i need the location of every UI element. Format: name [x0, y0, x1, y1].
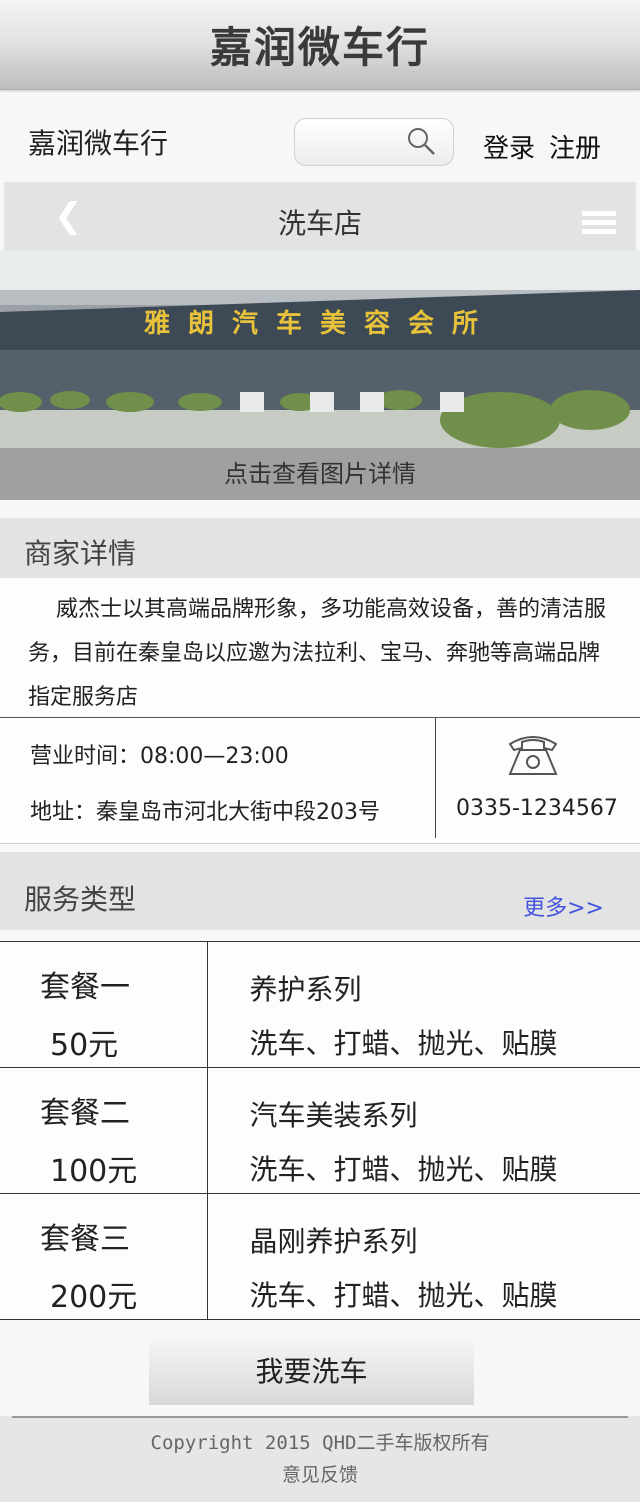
package-series: 养护系列 [249, 973, 362, 1006]
merchant-section-header: 商家详情 [0, 518, 640, 578]
merchant-description-text: 威杰士以其高端品牌形象，多功能高效设备，善的清洁服务，目前在秦皇岛以应邀为法拉利… [28, 597, 607, 710]
search-icon[interactable] [407, 127, 435, 155]
package-summary: 套餐一 50元 [0, 941, 208, 1068]
package-items: 洗车、打蜡、抛光、贴膜 [249, 1027, 558, 1060]
package-items: 洗车、打蜡、抛光、贴膜 [249, 1279, 558, 1312]
brand-name[interactable]: 嘉润微车行 [28, 122, 168, 162]
login-link[interactable]: 登录 [483, 134, 535, 164]
list-menu-icon[interactable] [582, 211, 616, 237]
package-summary: 套餐三 200元 [0, 1193, 208, 1320]
services-section-header: 服务类型 更多>> [0, 852, 640, 930]
shop-address: 地址：秦皇岛市河北大街中段203号 [30, 800, 380, 825]
register-link[interactable]: 注册 [549, 134, 601, 164]
banner-caption[interactable]: 点击查看图片详情 [0, 448, 640, 500]
divider [435, 718, 436, 838]
package-summary: 套餐二 100元 [0, 1067, 208, 1194]
footer: Copyright 2015 QHD二手车版权所有 意见反馈 [0, 1416, 640, 1502]
package-detail: 汽车美装系列 洗车、打蜡、抛光、贴膜 [207, 1067, 640, 1194]
package-series: 晶刚养护系列 [249, 1225, 418, 1258]
package-price: 50元 [50, 1028, 119, 1063]
feedback-link[interactable]: 意见反馈 [0, 1460, 640, 1487]
package-name: 套餐三 [40, 1222, 130, 1257]
phone-icon[interactable] [506, 730, 560, 778]
merchant-description: 威杰士以其高端品牌形象，多功能高效设备，善的清洁服务，目前在秦皇岛以应邀为法拉利… [0, 578, 640, 718]
merchant-info: 营业时间：08:00—23:00 地址：秦皇岛市河北大街中段203号 0335-… [0, 718, 640, 844]
package-name: 套餐二 [40, 1096, 130, 1131]
shop-photo-banner[interactable]: 雅朗汽车美容会所 点击查看图片详情 [0, 250, 640, 500]
page-title: 洗车店 [277, 207, 362, 240]
search-box[interactable] [294, 118, 454, 166]
package-row[interactable]: 套餐一 50元 养护系列 洗车、打蜡、抛光、贴膜 [0, 941, 640, 1068]
package-table: 套餐一 50元 养护系列 洗车、打蜡、抛光、贴膜 套餐二 100元 汽车美装系列… [0, 941, 640, 1320]
more-services-link[interactable]: 更多>> [523, 890, 604, 922]
package-row[interactable]: 套餐三 200元 晶刚养护系列 洗车、打蜡、抛光、贴膜 [0, 1193, 640, 1320]
package-price: 100元 [50, 1154, 138, 1189]
package-detail: 晶刚养护系列 洗车、打蜡、抛光、贴膜 [207, 1193, 640, 1320]
footer-divider [12, 1416, 628, 1418]
package-row[interactable]: 套餐二 100元 汽车美装系列 洗车、打蜡、抛光、贴膜 [0, 1067, 640, 1194]
business-hours: 营业时间：08:00—23:00 [30, 744, 289, 769]
merchant-section-title: 商家详情 [24, 537, 137, 570]
page-header-bar: ❮ 洗车店 [4, 182, 636, 250]
phone-number[interactable]: 0335-1234567 [456, 796, 618, 821]
copyright-text: Copyright 2015 QHD二手车版权所有 [150, 1432, 490, 1454]
package-items: 洗车、打蜡、抛光、贴膜 [249, 1153, 558, 1186]
package-price: 200元 [50, 1280, 138, 1315]
top-nav: 嘉润微车行 登录 注册 [0, 92, 640, 180]
package-series: 汽车美装系列 [249, 1099, 418, 1132]
app-title: 嘉润微车行 [209, 23, 430, 72]
app-title-bar: 嘉润微车行 [0, 0, 640, 90]
package-name: 套餐一 [40, 970, 130, 1005]
services-section-title: 服务类型 [24, 883, 137, 916]
storefront-sign: 雅朗汽车美容会所 [144, 308, 496, 339]
auth-links: 登录 注册 [483, 128, 615, 165]
car-wash-button[interactable]: 我要洗车 [149, 1338, 474, 1405]
package-detail: 养护系列 洗车、打蜡、抛光、贴膜 [207, 941, 640, 1068]
